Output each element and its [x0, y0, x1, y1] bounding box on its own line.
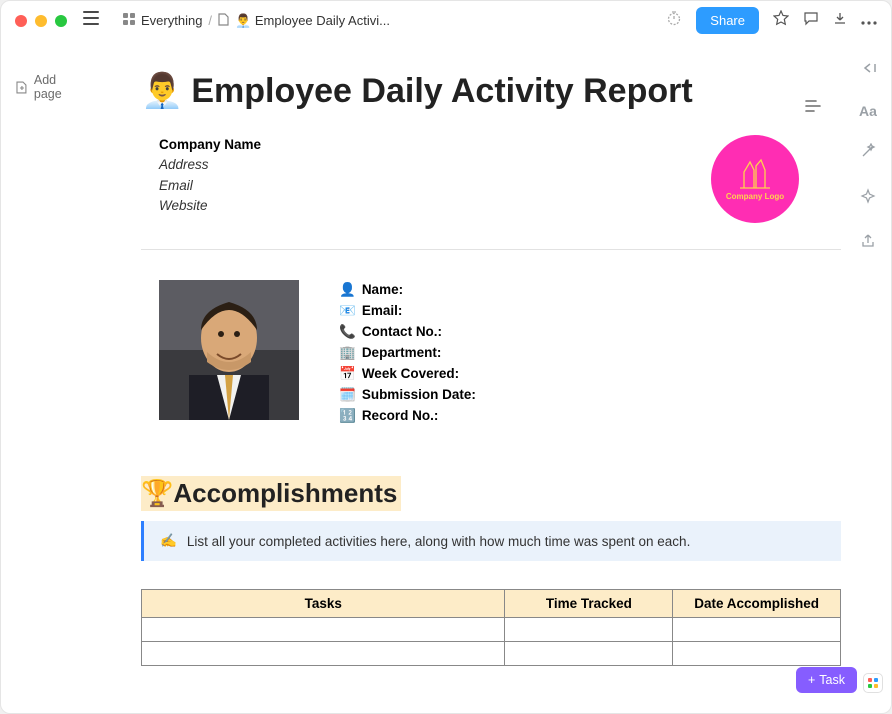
contact-label: Contact No.:	[362, 322, 442, 343]
breadcrumb-root[interactable]: Everything	[141, 13, 202, 28]
submission-label: Submission Date:	[362, 385, 476, 406]
avatar	[159, 280, 299, 420]
document-body[interactable]: 👨‍💼 Employee Daily Activity Report Compa…	[101, 41, 891, 713]
stopwatch-icon[interactable]	[666, 10, 682, 31]
building-icon	[736, 158, 774, 190]
name-label: Name:	[362, 280, 403, 301]
star-icon[interactable]	[773, 10, 789, 31]
department-label: Department:	[362, 343, 442, 364]
table-row[interactable]	[142, 642, 841, 666]
company-email: Email	[159, 176, 261, 196]
clipboard-emoji: 🔢	[339, 406, 356, 427]
window-controls	[15, 15, 67, 27]
new-task-button[interactable]: + Task	[796, 667, 857, 693]
page-title[interactable]: 👨‍💼 Employee Daily Activity Report	[141, 71, 841, 111]
collapse-icon[interactable]	[860, 61, 876, 79]
page-title-emoji: 👨‍💼	[141, 71, 183, 111]
callout[interactable]: ✍️ List all your completed activities he…	[141, 521, 841, 561]
sparkle-icon[interactable]	[860, 188, 876, 209]
add-page-label: Add page	[34, 73, 87, 101]
titlebar: Everything / 👨‍💼 Employee Daily Activi..…	[1, 1, 891, 41]
accomplishments-text: Accomplishments	[173, 478, 397, 509]
phone-emoji: 📞	[339, 322, 356, 343]
calendar-emoji: 📅	[339, 364, 356, 385]
office-emoji: 🏢	[339, 343, 356, 364]
more-icon[interactable]	[861, 12, 877, 30]
id-emoji: 📧	[339, 301, 356, 322]
paragraph-icon[interactable]	[805, 99, 821, 117]
minimize-window-button[interactable]	[35, 15, 47, 27]
task-fab-label: Task	[819, 673, 845, 687]
right-rail: Aa	[853, 61, 883, 254]
grid-icon	[123, 13, 135, 28]
company-info[interactable]: Company Name Address Email Website	[159, 135, 261, 216]
breadcrumb-separator: /	[208, 13, 212, 28]
sidebar: Add page	[1, 41, 101, 713]
font-icon[interactable]: Aa	[859, 103, 877, 119]
maximize-window-button[interactable]	[55, 15, 67, 27]
col-tasks: Tasks	[142, 590, 505, 618]
accomplishments-heading[interactable]: 🏆Accomplishments	[141, 476, 401, 511]
apps-icon[interactable]	[863, 673, 883, 693]
comment-icon[interactable]	[803, 10, 819, 31]
company-name: Company Name	[159, 135, 261, 155]
document-icon	[218, 13, 229, 29]
company-logo: Company Logo	[711, 135, 799, 223]
writing-emoji: ✍️	[160, 533, 177, 549]
sidebar-toggle-icon[interactable]	[83, 11, 99, 30]
download-icon[interactable]	[833, 11, 847, 30]
col-time: Time Tracked	[505, 590, 673, 618]
company-website: Website	[159, 196, 261, 216]
company-logo-text: Company Logo	[726, 192, 784, 201]
share-button[interactable]: Share	[696, 7, 759, 34]
add-page-button[interactable]: Add page	[15, 73, 87, 101]
table-row[interactable]	[142, 618, 841, 642]
profile-fields[interactable]: 👤 Name: 📧 Email: 📞 Contact No.: 🏢 Department…	[339, 280, 476, 426]
callout-text: List all your completed activities here,…	[187, 534, 691, 549]
divider	[141, 249, 841, 250]
person-emoji: 👤	[339, 280, 356, 301]
week-label: Week Covered:	[362, 364, 459, 385]
record-label: Record No.:	[362, 406, 439, 427]
export-icon[interactable]	[860, 233, 876, 254]
close-window-button[interactable]	[15, 15, 27, 27]
company-address: Address	[159, 155, 261, 175]
col-date: Date Accomplished	[673, 590, 841, 618]
breadcrumb[interactable]: Everything / 👨‍💼 Employee Daily Activi..…	[123, 13, 656, 29]
spiral-calendar-emoji: 🗓️	[339, 385, 356, 406]
wand-icon[interactable]	[860, 143, 876, 164]
breadcrumb-doc[interactable]: 👨‍💼 Employee Daily Activi...	[235, 13, 390, 29]
tasks-table[interactable]: Tasks Time Tracked Date Accomplished	[141, 589, 841, 666]
plus-icon: +	[808, 673, 815, 687]
trophy-emoji: 🏆	[141, 478, 173, 509]
page-title-text: Employee Daily Activity Report	[191, 72, 692, 111]
new-page-icon	[15, 81, 28, 94]
email-label: Email:	[362, 301, 403, 322]
